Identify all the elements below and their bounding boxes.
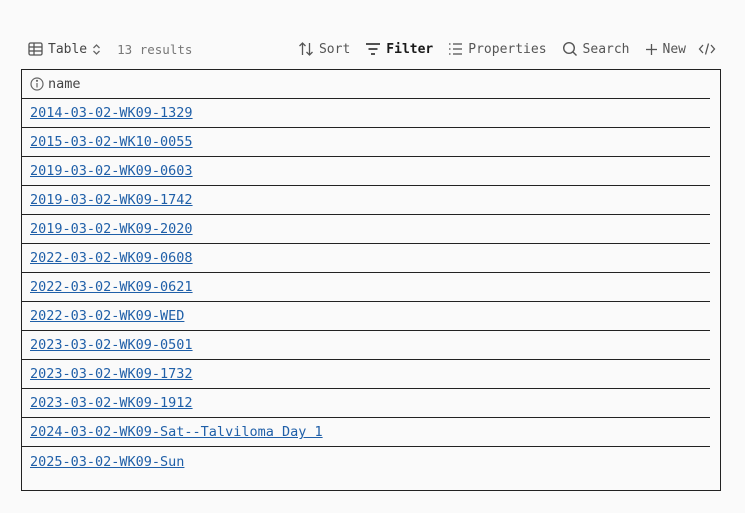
- column-header-label: name: [48, 76, 81, 92]
- table-row: 2022-03-02-WK09-WED: [22, 302, 710, 331]
- table-row: 2024-03-02-WK09-Sat--Talviloma Day 1: [22, 418, 710, 447]
- properties-button[interactable]: Properties: [448, 41, 547, 57]
- table-row: 2025-03-02-WK09-Sun: [22, 447, 710, 476]
- filter-lines-icon: [366, 43, 381, 55]
- note-link[interactable]: 2014-03-02-WK09-1329: [30, 105, 193, 121]
- search-button[interactable]: Search: [562, 41, 630, 57]
- note-link[interactable]: 2023-03-02-WK09-1912: [30, 395, 193, 411]
- code-icon: [698, 43, 716, 55]
- filter-label: Filter: [386, 41, 434, 57]
- sort-label: Sort: [318, 41, 351, 57]
- table-row: 2019-03-02-WK09-2020: [22, 215, 710, 244]
- search-label: Search: [582, 41, 630, 57]
- note-link[interactable]: 2023-03-02-WK09-0501: [30, 337, 193, 353]
- note-link[interactable]: 2022-03-02-WK09-WED: [30, 308, 184, 324]
- chevron-updown-icon: [93, 43, 101, 55]
- table-row: 2023-03-02-WK09-1732: [22, 360, 710, 389]
- results-count: 13 results: [117, 41, 193, 57]
- toolbar-left: Table 13 results: [28, 42, 192, 57]
- note-link[interactable]: 2022-03-02-WK09-0621: [30, 279, 193, 295]
- embed-code-button[interactable]: [698, 42, 716, 56]
- table-row: 2015-03-02-WK10-0055: [22, 128, 710, 157]
- note-link[interactable]: 2019-03-02-WK09-0603: [30, 163, 193, 179]
- view-switcher-button[interactable]: Table: [28, 42, 101, 57]
- filter-button[interactable]: Filter: [365, 42, 433, 57]
- plus-icon: [645, 43, 657, 55]
- note-link[interactable]: 2019-03-02-WK09-1742: [30, 192, 193, 208]
- sort-button[interactable]: Sort: [298, 41, 350, 57]
- search-icon: [562, 41, 577, 56]
- new-label: New: [662, 41, 686, 57]
- table-row: 2023-03-02-WK09-0501: [22, 331, 710, 360]
- new-button[interactable]: New: [645, 42, 686, 57]
- table-row: 2019-03-02-WK09-1742: [22, 186, 710, 215]
- table-row: 2014-03-02-WK09-1329: [22, 99, 710, 128]
- table-row: 2023-03-02-WK09-1912: [22, 389, 710, 418]
- list-icon: [449, 43, 463, 55]
- note-link[interactable]: 2022-03-02-WK09-0608: [30, 250, 193, 266]
- note-link[interactable]: 2025-03-02-WK09-Sun: [30, 454, 184, 470]
- table-grid-icon: [28, 42, 43, 56]
- sort-arrows-icon: [299, 42, 313, 56]
- note-link[interactable]: 2015-03-02-WK10-0055: [30, 134, 193, 150]
- view-label: Table: [48, 41, 88, 57]
- info-circle-icon: [30, 77, 44, 91]
- table-row: 2022-03-02-WK09-0608: [22, 244, 710, 273]
- note-link[interactable]: 2023-03-02-WK09-1732: [30, 366, 193, 382]
- bases-toolbar: Table 13 results Sort Filter Properties …: [28, 38, 716, 60]
- note-link[interactable]: 2024-03-02-WK09-Sat--Talviloma Day 1: [30, 424, 323, 440]
- column-header-name[interactable]: name: [22, 70, 710, 99]
- table-row: 2022-03-02-WK09-0621: [22, 273, 710, 302]
- properties-label: Properties: [468, 41, 547, 57]
- table-row: 2019-03-02-WK09-0603: [22, 157, 710, 186]
- results-table: name 2014-03-02-WK09-1329 2015-03-02-WK1…: [21, 69, 721, 491]
- toolbar-right: Sort Filter Properties Search New: [283, 41, 716, 57]
- note-link[interactable]: 2019-03-02-WK09-2020: [30, 221, 193, 237]
